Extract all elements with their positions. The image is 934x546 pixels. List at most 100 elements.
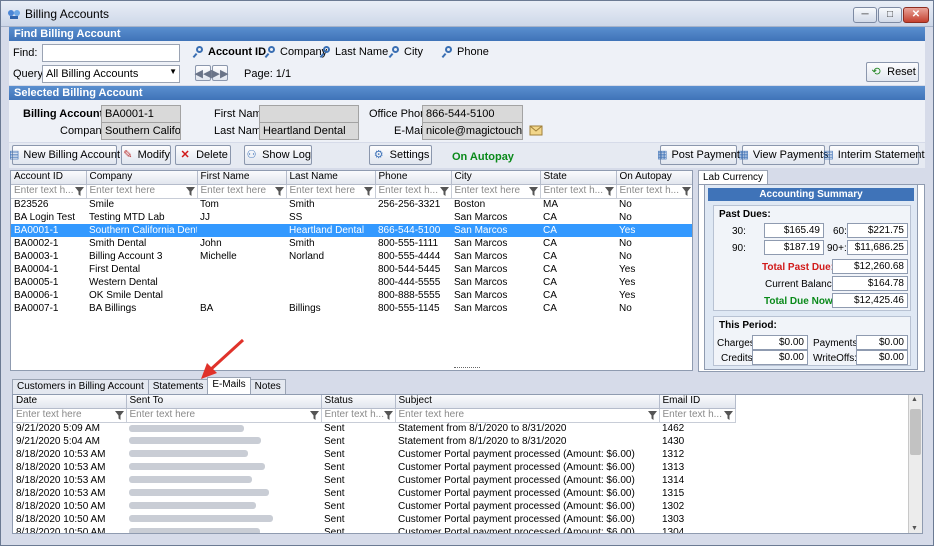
filter-icon[interactable] — [528, 186, 538, 196]
table-row[interactable]: BA Login Test Testing MTD Lab JJ SS San Marc… — [11, 211, 692, 224]
column-header[interactable]: First Name — [197, 171, 287, 185]
table-row[interactable]: 8/18/2020 10:50 AM Sent Customer Portal pa… — [13, 526, 735, 533]
filter-icon[interactable] — [363, 186, 373, 196]
column-header[interactable]: Email ID — [659, 395, 736, 409]
last-name-field[interactable]: Heartland Dental — [259, 122, 359, 140]
table-row[interactable]: 8/18/2020 10:50 AM Sent Customer Portal pa… — [13, 500, 735, 513]
filter-icon[interactable] — [274, 186, 284, 196]
query-select[interactable]: All Billing Accounts ▼ — [42, 65, 180, 83]
table-row[interactable]: 8/18/2020 10:50 AM Sent Customer Portal pa… — [13, 513, 735, 526]
filter-icon[interactable] — [439, 186, 449, 196]
prev-page-button[interactable]: ◀◀ — [195, 65, 211, 81]
filter-icon[interactable] — [74, 186, 84, 196]
column-header[interactable]: Account ID — [11, 171, 87, 185]
table-row[interactable]: BA0006-1 OK Smile Dental 800-888-5555 San M… — [11, 289, 692, 302]
maximize-button[interactable]: □ — [878, 7, 902, 23]
tab-statements[interactable]: Statements — [147, 379, 209, 394]
filter-cell[interactable]: Enter text here — [451, 184, 541, 199]
search-city[interactable]: City — [389, 46, 423, 58]
table-row[interactable]: BA0002-1 Smith Dental John Smith 800-555-111… — [11, 237, 692, 250]
scroll-down-icon[interactable]: ▼ — [911, 525, 918, 532]
account-id-field[interactable]: BA0001-1 — [101, 105, 181, 123]
column-header[interactable]: Last Name — [286, 171, 376, 185]
scroll-thumb[interactable] — [910, 409, 921, 455]
filter-cell[interactable]: Enter text h... — [659, 408, 736, 423]
filter-icon[interactable] — [309, 410, 319, 420]
search-company[interactable]: Company — [265, 46, 327, 58]
filter-icon[interactable] — [383, 410, 393, 420]
table-row[interactable]: 9/21/2020 5:09 AM Sent Statement from 8/1/… — [13, 422, 735, 435]
table-row[interactable]: BA0003-1 Billing Account 3 Michelle Norland… — [11, 250, 692, 263]
table-cell: Sent — [324, 513, 345, 525]
email-envelope-icon[interactable] — [529, 124, 543, 136]
column-header[interactable]: City — [451, 171, 541, 185]
filter-icon[interactable] — [604, 186, 614, 196]
table-row[interactable]: 8/18/2020 10:53 AM Sent Customer Portal pa… — [13, 487, 735, 500]
first-name-field[interactable] — [259, 105, 359, 123]
new-billing-account-button[interactable]: ▤ New Billing Account — [9, 145, 120, 165]
filter-cell[interactable]: Enter text here — [126, 408, 322, 423]
filter-icon[interactable] — [185, 186, 195, 196]
search-account-id[interactable]: Account ID — [193, 46, 266, 58]
column-header[interactable]: Sent To — [126, 395, 322, 409]
search-phone[interactable]: Phone — [442, 46, 489, 58]
column-header[interactable]: Company — [86, 171, 198, 185]
filter-cell[interactable]: Enter text h... — [616, 184, 692, 199]
splitter-grip[interactable] — [454, 367, 480, 370]
close-button[interactable]: ✕ — [903, 7, 929, 23]
tab-notes[interactable]: Notes — [249, 379, 286, 394]
filter-cell[interactable]: Enter text h... — [11, 184, 87, 199]
table-row[interactable]: BA0005-1 Western Dental 800-444-5555 San Ma… — [11, 276, 692, 289]
search-last-name[interactable]: Last Name — [320, 46, 388, 58]
table-row[interactable]: 9/21/2020 5:04 AM Sent Statement from 8/1/… — [13, 435, 735, 448]
payment-icon: ▦ — [657, 149, 668, 161]
filter-cell[interactable]: Enter text h... — [375, 184, 452, 199]
filter-cell[interactable]: Enter text h... — [321, 408, 396, 423]
filter-cell[interactable]: Enter text here — [197, 184, 287, 199]
company-field[interactable]: Southern California Dental Lab — [101, 122, 181, 140]
tab-customers[interactable]: Customers in Billing Account — [12, 379, 149, 394]
table-row[interactable]: BA0001-1Southern California Dental... Hea… — [11, 224, 692, 237]
column-header[interactable]: On Autopay — [616, 171, 692, 185]
table-row[interactable]: B23526 Smile Tom Smith 256-256-3321 Boston MA N… — [11, 198, 692, 211]
next-page-button[interactable]: ▶▶ — [212, 65, 228, 81]
filter-icon[interactable] — [647, 410, 657, 420]
table-row[interactable]: BA0004-1 First Dental 800-544-5445 San Marc… — [11, 263, 692, 276]
filter-cell[interactable]: Enter text here — [286, 184, 376, 199]
column-header[interactable]: Subject — [395, 395, 660, 409]
table-row[interactable]: BA0007-1 BA Billings BA Billings 800-555-114… — [11, 302, 692, 315]
delete-button[interactable]: ✕ Delete — [175, 145, 231, 165]
emails-scrollbar[interactable]: ▲ ▼ — [908, 395, 922, 533]
table-cell: Customer Portal payment processed (Amoun… — [398, 513, 635, 525]
tab-lab-currency[interactable]: Lab Currency — [698, 170, 769, 185]
scroll-up-icon[interactable]: ▲ — [911, 396, 918, 403]
post-payment-button[interactable]: ▦ Post Payment — [657, 145, 740, 165]
find-input[interactable] — [42, 44, 180, 62]
table-row[interactable]: 8/18/2020 10:53 AM Sent Customer Portal pa… — [13, 448, 735, 461]
reset-button[interactable]: ⟲ Reset — [866, 62, 919, 82]
filter-cell[interactable]: Enter text h... — [540, 184, 617, 199]
total-due-now-value: $12,425.46 — [832, 293, 908, 308]
filter-icon[interactable] — [723, 410, 733, 420]
filter-icon[interactable] — [114, 410, 124, 420]
office-phone-field[interactable]: 866-544-5100 — [422, 105, 523, 123]
view-payments-button[interactable]: ▦ View Payments — [739, 145, 829, 165]
interim-statement-button[interactable]: ▤ Interim Statement — [823, 145, 925, 165]
column-header[interactable]: State — [540, 171, 617, 185]
filter-cell[interactable]: Enter text here — [395, 408, 660, 423]
show-log-button[interactable]: ⚇ Show Log — [244, 145, 312, 165]
email-field[interactable]: nicole@magictouchsoftware.com — [422, 122, 523, 140]
minimize-button[interactable]: ─ — [853, 7, 877, 23]
modify-button[interactable]: ✎ Modify — [121, 145, 171, 165]
filter-cell[interactable]: Enter text here — [86, 184, 198, 199]
table-cell: 866-544-5100 — [375, 224, 451, 237]
filter-icon[interactable] — [681, 186, 691, 196]
table-row[interactable]: 8/18/2020 10:53 AM Sent Customer Portal pa… — [13, 461, 735, 474]
column-header[interactable]: Status — [321, 395, 396, 409]
column-header[interactable]: Phone — [375, 171, 452, 185]
table-row[interactable]: 8/18/2020 10:53 AM Sent Customer Portal pa… — [13, 474, 735, 487]
filter-cell[interactable]: Enter text here — [13, 408, 127, 423]
settings-button[interactable]: ⚙ Settings — [369, 145, 432, 165]
column-header[interactable]: Date — [13, 395, 127, 409]
binoculars-icon: ⚇ — [246, 149, 257, 161]
